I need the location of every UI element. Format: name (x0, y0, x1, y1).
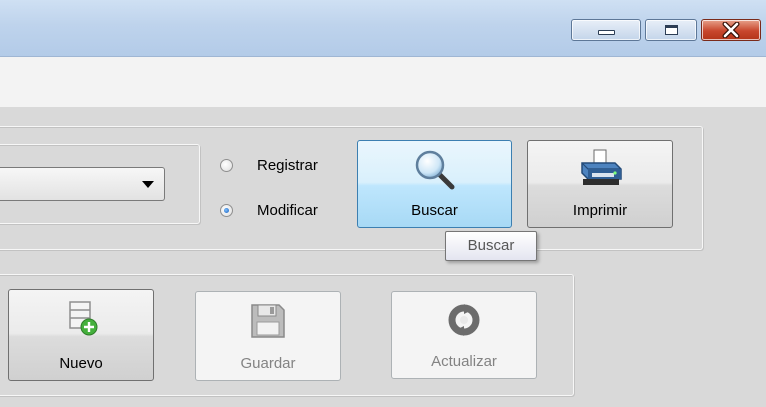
radio-registrar-label: Registrar (257, 157, 318, 174)
maximize-icon (665, 25, 678, 35)
guardar-button[interactable]: Guardar (195, 291, 341, 381)
radio-selected-dot (224, 208, 229, 213)
imprimir-button[interactable]: Imprimir (527, 140, 673, 228)
buscar-label: Buscar (411, 202, 458, 219)
chevron-down-icon (142, 181, 154, 188)
imprimir-label: Imprimir (572, 202, 628, 219)
minimize-button[interactable] (571, 19, 641, 41)
actualizar-button[interactable]: Actualizar (391, 291, 537, 379)
close-icon (722, 22, 740, 38)
title-bar (0, 0, 766, 57)
new-record-icon (69, 301, 98, 336)
printer-icon (581, 149, 622, 185)
tooltip: Buscar (445, 231, 537, 261)
radio-circle (220, 204, 233, 217)
maximize-button[interactable] (645, 19, 697, 41)
floppy-disk-icon (251, 304, 285, 338)
search-combobox[interactable] (0, 167, 165, 201)
menu-bar (0, 57, 766, 107)
guardar-label: Guardar (240, 355, 296, 372)
actualizar-label: Actualizar (431, 353, 497, 370)
nuevo-button[interactable]: Nuevo (8, 289, 154, 381)
radio-circle (220, 159, 233, 172)
radio-modificar-label: Modificar (257, 202, 318, 219)
close-button[interactable] (701, 19, 761, 41)
buscar-button[interactable]: Buscar (357, 140, 512, 228)
nuevo-label: Nuevo (59, 355, 103, 372)
minimize-icon (598, 30, 615, 35)
refresh-icon (448, 304, 480, 336)
magnifier-icon (415, 150, 454, 190)
